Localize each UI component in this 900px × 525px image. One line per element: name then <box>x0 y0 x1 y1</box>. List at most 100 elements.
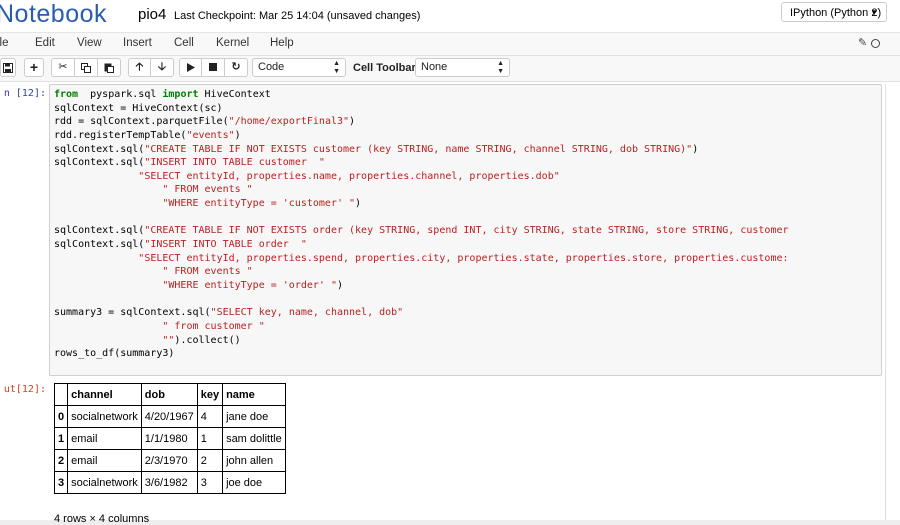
code-token: sqlContext = HiveContext(sc) <box>54 102 223 114</box>
plus-icon: + <box>29 59 39 75</box>
code-line: "").collect() <box>54 334 789 348</box>
output-prompt: ut[12]: <box>3 384 46 395</box>
select-arrows-icon: ▲ ▼ <box>497 60 504 75</box>
notebook-name[interactable]: pio4 <box>138 6 166 23</box>
table-index-cell: 0 <box>53 405 69 428</box>
code-token: ) <box>692 143 699 155</box>
table-row: 1 email 1/1/1980 1 sam dolittle <box>53 427 286 450</box>
table-header-cell: key <box>196 383 224 406</box>
table-index-cell: 2 <box>53 449 69 472</box>
code-token: rows_to_df(summary3) <box>54 348 175 360</box>
save-button[interactable] <box>0 58 16 77</box>
code-line: " FROM events " <box>54 265 789 279</box>
code-token: pyspark.sql <box>78 89 163 100</box>
paste-button[interactable] <box>98 58 121 77</box>
code-line: rdd.registerTempTable("events") <box>54 129 789 143</box>
code-line: "SELECT entityId, properties.spend, prop… <box>54 252 789 266</box>
main-toolbar: + ✂ 🡡 🡣 ↻ Code ▲ ▼ Cell Toolbar: None ▲ ▼ <box>0 56 900 82</box>
floppy-disk-icon <box>3 63 13 73</box>
menu-edit[interactable]: Edit <box>35 37 55 49</box>
code-token: sqlContext.sql( <box>54 239 145 251</box>
code-token: rdd.registerTempTable( <box>54 129 187 141</box>
code-line: sqlContext = HiveContext(sc) <box>54 102 789 116</box>
stop-icon <box>209 63 217 71</box>
table-row: 0 socialnetwork 4/20/1967 4 jane doe <box>53 405 286 428</box>
code-line: "WHERE entityType = 'customer' ") <box>54 197 789 211</box>
arrow-down-icon: 🡣 <box>158 61 166 73</box>
run-cell-button[interactable] <box>179 58 202 77</box>
insert-cell-button[interactable]: + <box>24 58 44 77</box>
notebook-header: Notebook pio4 Last Checkpoint: Mar 25 14… <box>0 0 900 32</box>
code-token: summary3 = sqlContext.sql( <box>54 307 211 319</box>
code-token: ) <box>349 116 356 128</box>
menu-file[interactable]: ile <box>0 37 9 49</box>
code-string: "SELECT entityId, properties.spend, prop… <box>138 252 789 264</box>
cut-button[interactable]: ✂ <box>51 58 75 77</box>
table-cell: socialnetwork <box>67 471 142 494</box>
paste-icon <box>104 63 114 73</box>
code-cell-editor[interactable]: from pyspark.sql import HiveContext sqlCo… <box>49 84 882 376</box>
table-cell: 4 <box>196 405 224 428</box>
input-prompt: n [12]: <box>3 88 46 99</box>
scissors-icon: ✂ <box>58 61 68 73</box>
checkpoint-status: Last Checkpoint: Mar 25 14:04 (unsaved c… <box>174 10 421 22</box>
table-cell: joe doe <box>222 471 286 494</box>
copy-button[interactable] <box>75 58 98 77</box>
dataframe-shape-summary: 4 rows × 4 columns <box>54 513 150 525</box>
code-token: ) <box>336 279 344 291</box>
menu-cell[interactable]: Cell <box>174 37 194 49</box>
menu-view[interactable]: View <box>77 37 102 49</box>
pencil-icon: ✎ <box>858 37 868 49</box>
kernel-idle-circle-icon <box>871 39 880 48</box>
code-line: from pyspark.sql import HiveContext <box>54 88 789 102</box>
table-header-row: channel dob key name <box>53 383 286 406</box>
copy-icon <box>81 63 91 73</box>
code-token: sqlContext.sql( <box>54 225 145 237</box>
arrow-up-icon: 🡡 <box>135 61 144 73</box>
code-string: " FROM events " <box>162 184 253 196</box>
code-string: " from customer " <box>162 320 265 332</box>
cell-toolbar-select[interactable]: None ▲ ▼ <box>415 58 510 77</box>
code-string: "" <box>162 334 175 346</box>
code-string: "events" <box>186 129 235 141</box>
code-line: summary3 = sqlContext.sql("SELECT key, n… <box>54 306 789 320</box>
code-string: "WHERE entityType = 'customer' " <box>162 198 356 210</box>
code-string: "SELECT entityId, properties.name, prope… <box>138 170 560 182</box>
code-line: "WHERE entityType = 'order' ") <box>54 279 789 293</box>
table-cell: 2 <box>196 449 224 472</box>
code-keyword: import <box>162 89 199 100</box>
table-index-cell: 3 <box>53 471 69 494</box>
restart-kernel-button[interactable]: ↻ <box>225 58 248 77</box>
code-line: rows_to_df(summary3) <box>54 347 789 361</box>
table-header-cell: dob <box>140 383 198 406</box>
code-line: sqlContext.sql("CREATE TABLE IF NOT EXIS… <box>54 143 789 157</box>
cell-right-border <box>885 84 886 520</box>
move-down-button[interactable]: 🡣 <box>151 58 174 77</box>
table-row: 2 email 2/3/1970 2 john allen <box>53 449 286 472</box>
code-line: sqlContext.sql("INSERT INTO TABLE custom… <box>54 156 789 170</box>
menu-kernel[interactable]: Kernel <box>216 37 249 49</box>
table-cell: 3/6/1982 <box>140 471 198 494</box>
move-up-button[interactable]: 🡡 <box>128 58 151 77</box>
table-cell: socialnetwork <box>67 405 142 428</box>
kernel-indicator-button[interactable]: IPython (Python 2) ▼ <box>781 2 887 22</box>
play-icon <box>186 63 195 72</box>
code-token: rdd = sqlContext.parquetFile( <box>54 116 229 128</box>
menu-insert[interactable]: Insert <box>123 37 152 49</box>
interrupt-kernel-button[interactable] <box>202 58 225 77</box>
code-token: ) <box>355 198 362 210</box>
cell-type-select[interactable]: Code ▲ ▼ <box>252 58 346 77</box>
jupyter-logo[interactable]: Notebook <box>0 0 107 29</box>
table-cell: 4/20/1967 <box>140 405 198 428</box>
code-string: "INSERT INTO TABLE customer " <box>144 157 325 169</box>
table-cell: email <box>67 449 142 472</box>
menu-help[interactable]: Help <box>270 37 294 49</box>
menu-bar: ile Edit View Insert Cell Kernel Help ✎ <box>0 32 900 56</box>
